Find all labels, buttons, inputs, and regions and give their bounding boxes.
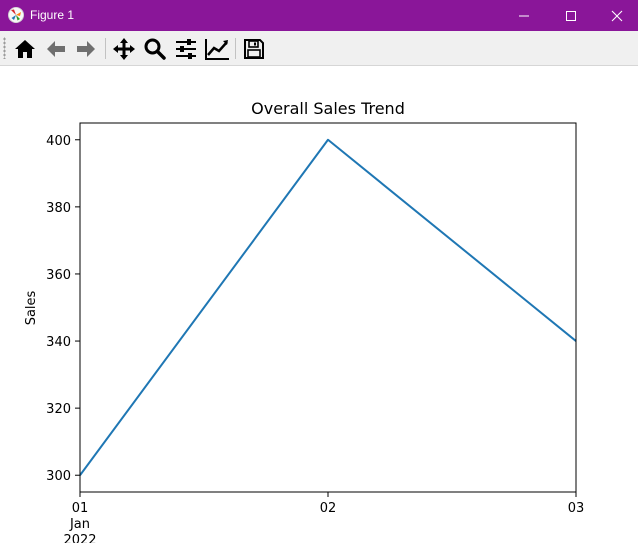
window-titlebar: Figure 1 bbox=[0, 0, 638, 31]
y-tick-label: 380 bbox=[46, 201, 71, 216]
axes-frame bbox=[79, 122, 577, 493]
arrow-left-icon bbox=[46, 40, 65, 57]
minimize-icon bbox=[519, 15, 529, 16]
toolbar-separator bbox=[235, 38, 236, 59]
magnifier-icon bbox=[144, 38, 166, 60]
move-arrows-icon bbox=[112, 37, 135, 60]
minimize-button[interactable] bbox=[501, 0, 547, 31]
maximize-button[interactable] bbox=[548, 0, 594, 31]
y-axis-label: Sales bbox=[24, 290, 39, 325]
y-tick-label: 400 bbox=[46, 134, 71, 149]
navigation-toolbar bbox=[0, 31, 638, 66]
forward-button[interactable] bbox=[72, 35, 99, 62]
back-button[interactable] bbox=[42, 35, 69, 62]
maximize-icon bbox=[566, 10, 576, 21]
toolbar-separator bbox=[105, 38, 106, 59]
save-button[interactable] bbox=[240, 35, 267, 62]
home-button[interactable] bbox=[11, 35, 38, 62]
x-tick-year-label: 2022 bbox=[63, 533, 96, 543]
sliders-icon bbox=[175, 38, 196, 59]
line-chart: Overall Sales Trend Sales 300 320 340 360 38… bbox=[24, 99, 585, 547]
configure-subplots-button[interactable] bbox=[172, 35, 199, 62]
x-tick-label: 02 bbox=[320, 501, 337, 516]
y-tick-label: 340 bbox=[46, 335, 71, 350]
edit-axis-button[interactable] bbox=[203, 35, 230, 62]
close-button[interactable] bbox=[594, 0, 638, 31]
x-tick-label: 03 bbox=[568, 501, 585, 516]
line-chart-icon bbox=[204, 38, 229, 60]
matplotlib-icon bbox=[8, 7, 24, 23]
chart-title: Overall Sales Trend bbox=[251, 99, 405, 118]
arrow-right-icon bbox=[76, 40, 95, 57]
x-tick-label: 01 bbox=[72, 501, 89, 516]
x-tick-minor-label: Jan bbox=[69, 517, 90, 532]
y-tick-label: 320 bbox=[46, 402, 71, 417]
close-icon bbox=[611, 10, 623, 21]
series-line bbox=[79, 138, 577, 476]
y-tick-label: 300 bbox=[46, 469, 71, 484]
floppy-disk-icon bbox=[243, 38, 264, 59]
home-icon bbox=[14, 39, 35, 58]
y-tick-label: 360 bbox=[46, 268, 71, 283]
pan-button[interactable] bbox=[110, 35, 137, 62]
zoom-button[interactable] bbox=[141, 35, 168, 62]
toolbar-grip[interactable] bbox=[3, 37, 6, 59]
window-title: Figure 1 bbox=[30, 8, 75, 22]
figure-canvas[interactable]: Overall Sales Trend Sales 300 320 340 360 38… bbox=[0, 66, 638, 547]
